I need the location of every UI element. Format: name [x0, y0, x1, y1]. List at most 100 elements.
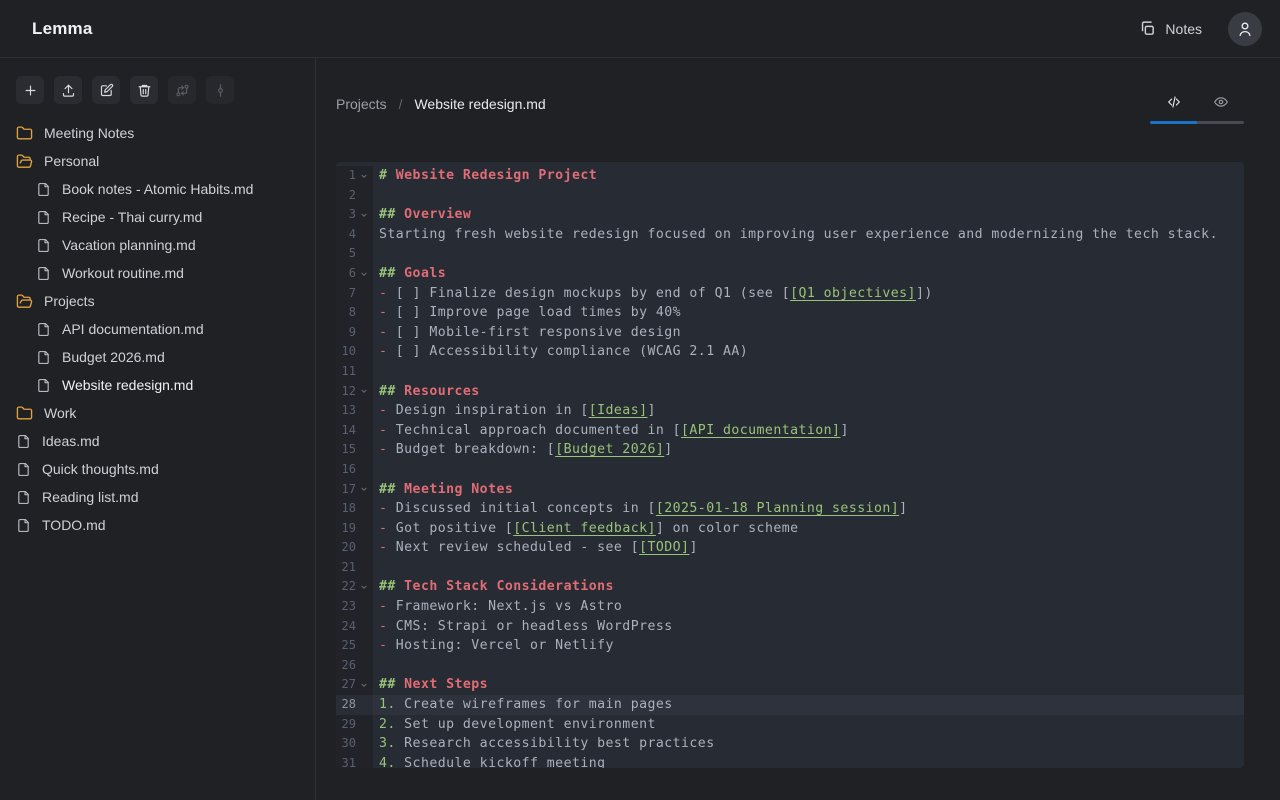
file-icon [16, 434, 31, 449]
editor-line-22[interactable]: 22## Tech Stack Considerations [336, 577, 1244, 597]
gutter-line-2: 2 [336, 186, 373, 206]
tab-source-view[interactable] [1150, 94, 1197, 112]
tree-file-recipe-thai-curry-md[interactable]: Recipe - Thai curry.md [0, 203, 315, 231]
gutter-line-27: 27 [336, 675, 373, 695]
tree-folder-projects[interactable]: Projects [0, 287, 315, 315]
notes-button-label: Notes [1165, 21, 1202, 37]
code-line-14: - Technical approach documented in [[API… [373, 421, 1244, 441]
editor-line-18[interactable]: 18- Discussed initial concepts in [[2025… [336, 499, 1244, 519]
file-tree: Meeting NotesPersonalBook notes - Atomic… [0, 119, 315, 539]
editor-line-13[interactable]: 13- Design inspiration in [[Ideas]] [336, 401, 1244, 421]
editor-line-25[interactable]: 25- Hosting: Vercel or Netlify [336, 636, 1244, 656]
tree-item-label: Quick thoughts.md [42, 461, 159, 477]
editor-line-6[interactable]: 6## Goals [336, 264, 1244, 284]
editor-line-7[interactable]: 7 - [ ] Finalize design mockups by end of… [336, 284, 1244, 304]
tree-file-api-documentation-md[interactable]: API documentation.md [0, 315, 315, 343]
editor-line-16[interactable]: 16 [336, 460, 1244, 480]
top-bar: Lemma Notes [0, 0, 1280, 58]
fold-toggle[interactable] [357, 385, 370, 398]
fold-toggle[interactable] [357, 169, 370, 182]
folder-closed-icon [16, 125, 33, 142]
tree-file-quick-thoughts-md[interactable]: Quick thoughts.md [0, 455, 315, 483]
editor-line-1[interactable]: 1# Website Redesign Project [336, 166, 1244, 186]
file-icon [36, 182, 51, 197]
tree-file-budget-2026-md[interactable]: Budget 2026.md [0, 343, 315, 371]
delete-button[interactable] [130, 76, 158, 104]
code-line-18: - Discussed initial concepts in [[2025-0… [373, 499, 1244, 519]
editor-line-21[interactable]: 21 [336, 558, 1244, 578]
compare-button[interactable] [168, 76, 196, 104]
tree-folder-meeting-notes[interactable]: Meeting Notes [0, 119, 315, 147]
tree-folder-work[interactable]: Work [0, 399, 315, 427]
editor-line-29[interactable]: 292. Set up development environment [336, 715, 1244, 735]
editor-line-12[interactable]: 12## Resources [336, 382, 1244, 402]
code-line-1: # Website Redesign Project [373, 166, 1244, 186]
editor-line-9[interactable]: 9- [ ] Mobile-first responsive design [336, 323, 1244, 343]
tree-file-vacation-planning-md[interactable]: Vacation planning.md [0, 231, 315, 259]
copy-icon [1139, 20, 1156, 37]
editor-line-20[interactable]: 20- Next review scheduled - see [[TODO]] [336, 538, 1244, 558]
tree-folder-personal[interactable]: Personal [0, 147, 315, 175]
tab-preview-view[interactable] [1197, 94, 1244, 112]
line-number: 26 [342, 656, 356, 676]
file-icon [16, 462, 31, 477]
editor[interactable]: 1# Website Redesign Project23## Overview… [336, 162, 1244, 768]
fold-toggle[interactable] [357, 208, 370, 221]
editor-line-19[interactable]: 19- Got positive [[Client feedback]] on … [336, 519, 1244, 539]
editor-line-14[interactable]: 14- Technical approach documented in [[A… [336, 421, 1244, 441]
fold-toggle[interactable] [357, 679, 370, 692]
trash-icon [137, 83, 152, 98]
edit-button[interactable] [92, 76, 120, 104]
editor-line-23[interactable]: 23- Framework: Next.js vs Astro [336, 597, 1244, 617]
editor-line-3[interactable]: 3## Overview [336, 205, 1244, 225]
line-number: 2 [349, 186, 356, 206]
editor-line-15[interactable]: 15- Budget breakdown: [[Budget 2026]] [336, 440, 1244, 460]
notes-button[interactable]: Notes [1131, 14, 1210, 43]
line-number: 4 [349, 225, 356, 245]
editor-line-27[interactable]: 27## Next Steps [336, 675, 1244, 695]
code-line-7: - [ ] Finalize design mockups by end of … [373, 284, 1244, 304]
tree-file-workout-routine-md[interactable]: Workout routine.md [0, 259, 315, 287]
fold-spacer [357, 698, 370, 711]
editor-line-8[interactable]: 8- [ ] Improve page load times by 40% [336, 303, 1244, 323]
line-number: 7 [349, 284, 356, 304]
editor-line-28[interactable]: 281. Create wireframes for main pages [336, 695, 1244, 715]
avatar[interactable] [1228, 12, 1262, 46]
tree-file-todo-md[interactable]: TODO.md [0, 511, 315, 539]
commit-button[interactable] [206, 76, 234, 104]
tree-item-label: Work [44, 405, 76, 421]
code-line-27: ## Next Steps [373, 675, 1244, 695]
tree-file-website-redesign-md[interactable]: Website redesign.md [0, 371, 315, 399]
code-line-2 [373, 186, 1244, 206]
editor-line-17[interactable]: 17## Meeting Notes [336, 480, 1244, 500]
fold-spacer [357, 228, 370, 241]
editor-line-10[interactable]: 10- [ ] Accessibility compliance (WCAG 2… [336, 342, 1244, 362]
editor-line-30[interactable]: 303. Research accessibility best practic… [336, 734, 1244, 754]
line-number: 10 [342, 342, 356, 362]
upload-button[interactable] [54, 76, 82, 104]
new-note-button[interactable] [16, 76, 44, 104]
line-number: 9 [349, 323, 356, 343]
folder-open-icon [16, 153, 33, 170]
editor-line-11[interactable]: 11 [336, 362, 1244, 382]
gutter-line-22: 22 [336, 577, 373, 597]
tree-file-reading-list-md[interactable]: Reading list.md [0, 483, 315, 511]
gutter-line-4: 4 [336, 225, 373, 245]
tree-file-book-notes-atomic-habits-md[interactable]: Book notes - Atomic Habits.md [0, 175, 315, 203]
editor-line-26[interactable]: 26 [336, 656, 1244, 676]
code-line-4: Starting fresh website redesign focused … [373, 225, 1244, 245]
line-number: 31 [342, 754, 356, 768]
gutter-line-20: 20 [336, 538, 373, 558]
file-icon [36, 378, 51, 393]
editor-line-5[interactable]: 5 [336, 244, 1244, 264]
editor-line-4[interactable]: 4 Starting fresh website redesign focused… [336, 225, 1244, 245]
breadcrumb-folder[interactable]: Projects [336, 96, 387, 112]
tree-file-ideas-md[interactable]: Ideas.md [0, 427, 315, 455]
fold-toggle[interactable] [357, 483, 370, 496]
fold-spacer [357, 659, 370, 672]
fold-toggle[interactable] [357, 267, 370, 280]
fold-toggle[interactable] [357, 581, 370, 594]
editor-line-24[interactable]: 24- CMS: Strapi or headless WordPress [336, 617, 1244, 637]
editor-line-31[interactable]: 314. Schedule kickoff meeting [336, 754, 1244, 768]
editor-line-2[interactable]: 2 [336, 186, 1244, 206]
